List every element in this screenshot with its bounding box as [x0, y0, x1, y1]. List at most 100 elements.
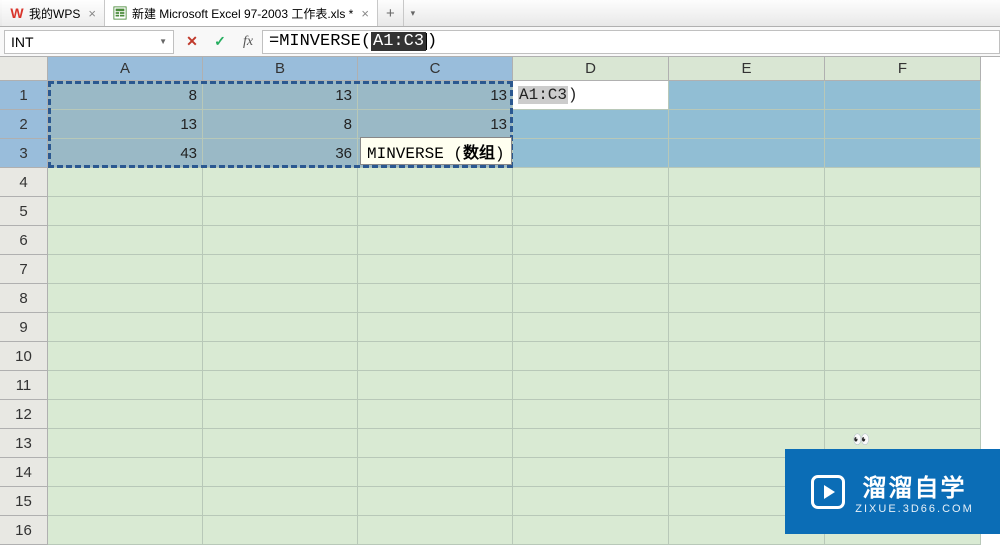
tab-workbook[interactable]: 新建 Microsoft Excel 97-2003 工作表.xls * × — [105, 0, 378, 26]
col-header-e[interactable]: E — [669, 57, 825, 81]
cell[interactable] — [825, 197, 981, 226]
cell[interactable] — [825, 255, 981, 284]
cell[interactable] — [48, 197, 203, 226]
cell[interactable]: 13 — [358, 81, 513, 110]
cell[interactable] — [203, 371, 358, 400]
cell[interactable] — [48, 458, 203, 487]
cell[interactable] — [358, 487, 513, 516]
cell[interactable] — [825, 371, 981, 400]
cell[interactable]: 13 — [358, 110, 513, 139]
name-box[interactable]: INT ▼ — [4, 30, 174, 54]
cell[interactable] — [513, 139, 669, 168]
cell[interactable] — [825, 342, 981, 371]
row-header[interactable]: 5 — [0, 197, 48, 226]
cell[interactable] — [513, 313, 669, 342]
cell[interactable]: 43 — [48, 139, 203, 168]
cell[interactable] — [513, 458, 669, 487]
cell[interactable]: 8 — [48, 81, 203, 110]
cell[interactable] — [669, 81, 825, 110]
cell[interactable] — [669, 313, 825, 342]
cell[interactable] — [825, 313, 981, 342]
confirm-button[interactable]: ✓ — [206, 30, 234, 54]
cell[interactable] — [513, 255, 669, 284]
cell[interactable] — [513, 168, 669, 197]
cell[interactable] — [48, 487, 203, 516]
cell[interactable]: 13 — [203, 81, 358, 110]
cell[interactable] — [358, 168, 513, 197]
cell[interactable] — [669, 371, 825, 400]
cell[interactable] — [203, 487, 358, 516]
close-icon[interactable]: × — [88, 6, 96, 21]
row-header[interactable]: 7 — [0, 255, 48, 284]
cell[interactable]: 13 — [48, 110, 203, 139]
cell[interactable] — [825, 110, 981, 139]
cell[interactable] — [358, 284, 513, 313]
formula-input[interactable]: =MINVERSE(A1:C3) — [262, 30, 1000, 54]
cell[interactable] — [669, 342, 825, 371]
cell[interactable] — [513, 110, 669, 139]
row-header[interactable]: 6 — [0, 226, 48, 255]
cell[interactable] — [203, 458, 358, 487]
cell[interactable] — [203, 255, 358, 284]
cell[interactable] — [358, 342, 513, 371]
cell[interactable] — [48, 313, 203, 342]
cell[interactable] — [669, 400, 825, 429]
cell[interactable] — [48, 168, 203, 197]
cell[interactable] — [358, 255, 513, 284]
cell[interactable] — [203, 168, 358, 197]
row-header[interactable]: 4 — [0, 168, 48, 197]
select-all-corner[interactable] — [0, 57, 48, 81]
row-header[interactable]: 8 — [0, 284, 48, 313]
cell[interactable] — [203, 429, 358, 458]
cell[interactable] — [203, 226, 358, 255]
row-header[interactable]: 1 — [0, 81, 48, 110]
cell[interactable] — [203, 284, 358, 313]
col-header-c[interactable]: C — [358, 57, 513, 81]
fx-button[interactable]: fx — [234, 30, 262, 54]
cell[interactable]: 8 — [203, 110, 358, 139]
row-header[interactable]: 13 — [0, 429, 48, 458]
cell[interactable] — [825, 400, 981, 429]
cell[interactable] — [203, 516, 358, 545]
col-header-a[interactable]: A — [48, 57, 203, 81]
cell[interactable] — [48, 429, 203, 458]
cell[interactable] — [358, 458, 513, 487]
cell[interactable] — [513, 487, 669, 516]
dropdown-icon[interactable]: ▼ — [159, 37, 167, 46]
cell[interactable] — [358, 429, 513, 458]
cell[interactable] — [513, 284, 669, 313]
cell[interactable] — [358, 400, 513, 429]
row-header[interactable]: 16 — [0, 516, 48, 545]
cell[interactable] — [203, 313, 358, 342]
cell[interactable] — [513, 342, 669, 371]
cell[interactable] — [825, 139, 981, 168]
cell[interactable] — [203, 197, 358, 226]
cell[interactable] — [669, 110, 825, 139]
row-header[interactable]: 9 — [0, 313, 48, 342]
new-tab-button[interactable]: + — [378, 0, 404, 26]
cell[interactable] — [825, 81, 981, 110]
cell[interactable] — [513, 429, 669, 458]
tab-menu-button[interactable]: ▾ — [404, 0, 422, 26]
cell[interactable] — [358, 313, 513, 342]
cell[interactable] — [513, 371, 669, 400]
cell[interactable] — [669, 168, 825, 197]
cell[interactable] — [48, 400, 203, 429]
cell[interactable] — [48, 342, 203, 371]
col-header-f[interactable]: F — [825, 57, 981, 81]
cell[interactable] — [513, 197, 669, 226]
col-header-d[interactable]: D — [513, 57, 669, 81]
cell[interactable] — [513, 516, 669, 545]
cell[interactable] — [203, 400, 358, 429]
cell[interactable]: 36 — [203, 139, 358, 168]
cell[interactable] — [358, 516, 513, 545]
cell[interactable] — [48, 516, 203, 545]
cell[interactable] — [358, 371, 513, 400]
cell[interactable] — [48, 226, 203, 255]
row-header[interactable]: 10 — [0, 342, 48, 371]
cell[interactable] — [825, 168, 981, 197]
active-cell-editor[interactable]: A1:C3) — [513, 81, 669, 110]
cell[interactable] — [669, 255, 825, 284]
cell[interactable] — [669, 139, 825, 168]
cell[interactable] — [48, 255, 203, 284]
